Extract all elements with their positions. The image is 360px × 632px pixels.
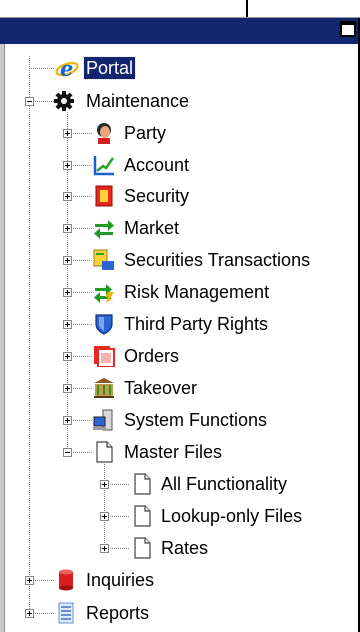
gear-icon xyxy=(53,90,75,112)
navigation-tree: e Portal Maintenance Party Account Secur… xyxy=(5,44,356,632)
bank-building-icon xyxy=(93,377,115,399)
collapse-toggle[interactable] xyxy=(63,448,72,457)
tree-item-label: System Functions xyxy=(124,410,268,430)
tree-item-maintenance[interactable]: Maintenance xyxy=(5,86,245,116)
expand-toggle[interactable] xyxy=(25,609,34,618)
certificate-icon xyxy=(93,185,115,207)
tree-item-third-party-rights[interactable]: Third Party Rights xyxy=(5,309,325,339)
tree-item-master-files[interactable]: Master Files xyxy=(5,437,305,467)
navigator-panel: e Portal Maintenance Party Account Secur… xyxy=(0,0,360,632)
tree-item-label: Party xyxy=(124,123,167,143)
expand-toggle[interactable] xyxy=(100,544,109,553)
tree-item-security[interactable]: Security xyxy=(5,181,305,211)
tree-item-lookup-only-files[interactable]: Lookup-only Files xyxy=(5,501,350,531)
tree-item-label: Third Party Rights xyxy=(124,314,269,334)
svg-text:e: e xyxy=(60,57,73,81)
top-strip xyxy=(0,0,360,18)
tree-item-securities-transactions[interactable]: Securities Transactions xyxy=(5,245,355,275)
document-icon xyxy=(131,537,153,559)
document-icon xyxy=(93,441,115,463)
line-chart-icon xyxy=(93,154,115,176)
tree-item-all-functionality[interactable]: All Functionality xyxy=(5,469,345,499)
expand-toggle[interactable] xyxy=(63,288,72,297)
report-list-icon xyxy=(55,602,77,624)
tree-item-account[interactable]: Account xyxy=(5,150,305,180)
tree-item-risk-management[interactable]: Risk Management xyxy=(5,277,325,307)
expand-toggle[interactable] xyxy=(63,129,72,138)
tree-item-label: Account xyxy=(124,155,190,175)
tree-item-label: Orders xyxy=(124,346,180,366)
person-icon xyxy=(93,122,115,144)
tree-item-portal[interactable]: e Portal xyxy=(5,53,205,83)
tree-item-label: Master Files xyxy=(124,442,223,462)
expand-toggle[interactable] xyxy=(63,384,72,393)
tree-item-label: Securities Transactions xyxy=(124,250,311,270)
expand-toggle[interactable] xyxy=(100,512,109,521)
tree-item-label: Reports xyxy=(86,603,150,623)
tree-item-takeover[interactable]: Takeover xyxy=(5,373,305,403)
window-restore-icon[interactable] xyxy=(340,21,356,37)
tree-item-market[interactable]: Market xyxy=(5,213,305,243)
shield-icon xyxy=(93,313,115,335)
database-cylinder-icon xyxy=(55,569,77,591)
tree-item-label: Portal xyxy=(82,56,137,80)
expand-toggle[interactable] xyxy=(63,161,72,170)
exchange-arrows-icon xyxy=(93,217,115,239)
tree-item-reports[interactable]: Reports xyxy=(5,598,245,628)
orders-icon xyxy=(93,345,115,368)
tree-item-label: Inquiries xyxy=(86,570,155,590)
tree-item-label: Security xyxy=(124,186,190,206)
expand-toggle[interactable] xyxy=(25,576,34,585)
expand-toggle[interactable] xyxy=(100,480,109,489)
expand-toggle[interactable] xyxy=(63,416,72,425)
risk-arrows-icon xyxy=(93,281,115,303)
expand-toggle[interactable] xyxy=(63,224,72,233)
top-divider xyxy=(246,0,248,17)
expand-toggle[interactable] xyxy=(63,352,72,361)
tree-item-label: Lookup-only Files xyxy=(161,506,303,526)
expand-toggle[interactable] xyxy=(63,192,72,201)
expand-toggle[interactable] xyxy=(63,320,72,329)
tree-item-label: Market xyxy=(124,218,180,238)
tree-item-rates[interactable]: Rates xyxy=(5,533,305,563)
transaction-icon xyxy=(93,249,115,271)
tree-item-system-functions[interactable]: System Functions xyxy=(5,405,325,435)
panel-titlebar xyxy=(0,18,358,44)
tree-item-label: Takeover xyxy=(124,378,198,398)
collapse-toggle[interactable] xyxy=(25,97,34,106)
tree-item-label: Maintenance xyxy=(86,91,190,111)
internet-explorer-icon: e xyxy=(55,56,79,81)
tree-item-party[interactable]: Party xyxy=(5,118,305,148)
tree-item-label: Rates xyxy=(161,538,209,558)
expand-toggle[interactable] xyxy=(63,256,72,265)
tree-item-orders[interactable]: Orders xyxy=(5,341,305,371)
tree-item-label: Risk Management xyxy=(124,282,270,302)
computer-icon xyxy=(93,409,115,431)
document-icon xyxy=(131,505,153,527)
tree-item-inquiries[interactable]: Inquiries xyxy=(5,565,245,595)
tree-item-label: All Functionality xyxy=(161,474,288,494)
document-icon xyxy=(131,473,153,495)
